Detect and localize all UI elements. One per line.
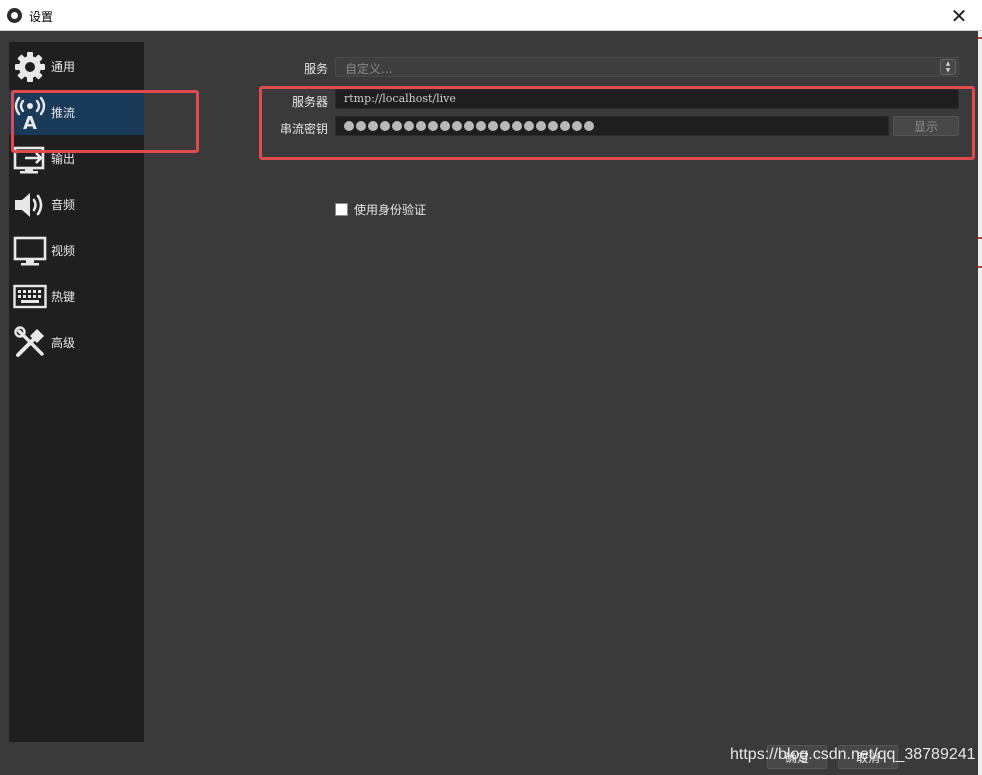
masked-char-dot: [440, 121, 450, 131]
watermark-text: https://blog.csdn.net/qq_38789241: [730, 746, 976, 763]
masked-key-dots: [344, 119, 880, 133]
masked-char-dot: [572, 121, 582, 131]
masked-char-dot: [584, 121, 594, 131]
use-auth-checkbox[interactable]: [335, 203, 348, 216]
masked-char-dot: [524, 121, 534, 131]
speaker-icon: [12, 187, 48, 223]
window-title: 设置: [29, 10, 54, 24]
sidebar-item-label: 热键: [51, 290, 76, 304]
sidebar-item-label: 高级: [51, 336, 76, 350]
chevron-updown-icon: ▲ ▼: [940, 59, 956, 75]
masked-char-dot: [512, 121, 522, 131]
masked-char-dot: [548, 121, 558, 131]
edge-mark: [978, 37, 982, 39]
use-auth-label: 使用身份验证: [354, 203, 427, 217]
masked-char-dot: [500, 121, 510, 131]
close-button[interactable]: ✕: [936, 0, 982, 31]
background-window-edge: [978, 31, 982, 775]
server-input[interactable]: rtmp://localhost/live: [335, 89, 959, 109]
sidebar-item-label: 通用: [51, 60, 76, 74]
masked-char-dot: [344, 121, 354, 131]
use-auth-checkbox-row[interactable]: 使用身份验证: [335, 201, 426, 218]
masked-char-dot: [356, 121, 366, 131]
tools-icon: [12, 325, 48, 361]
service-select-value: 自定义...: [345, 62, 393, 76]
masked-char-dot: [380, 121, 390, 131]
sidebar-item-label: 音频: [51, 198, 76, 212]
gear-icon: [12, 49, 48, 85]
sidebar-item-audio[interactable]: 音频: [9, 182, 144, 227]
service-select[interactable]: 自定义... ▲ ▼: [335, 57, 959, 77]
masked-char-dot: [488, 121, 498, 131]
obs-logo-icon: [7, 8, 22, 23]
masked-char-dot: [560, 121, 570, 131]
masked-char-dot: [452, 121, 462, 131]
stream-key-input[interactable]: [335, 116, 889, 136]
edge-mark: [978, 237, 982, 239]
sidebar-item-hotkeys[interactable]: 热键: [9, 274, 144, 319]
service-label: 服务: [303, 62, 328, 76]
masked-char-dot: [404, 121, 414, 131]
show-key-button[interactable]: 显示: [893, 116, 959, 136]
masked-char-dot: [476, 121, 486, 131]
masked-char-dot: [368, 121, 378, 131]
title-bar: 设置 ✕: [0, 0, 982, 31]
keyboard-icon: [12, 279, 48, 315]
server-label: 服务器: [291, 95, 328, 109]
sidebar-item-video[interactable]: 视频: [9, 228, 144, 273]
masked-char-dot: [536, 121, 546, 131]
monitor-icon: [12, 233, 48, 269]
masked-char-dot: [464, 121, 474, 131]
masked-char-dot: [392, 121, 402, 131]
sidebar-item-advanced[interactable]: 高级: [9, 320, 144, 365]
stream-key-label: 串流密钥: [279, 122, 328, 136]
sidebar-item-general[interactable]: 通用: [9, 44, 144, 89]
sidebar-item-label: 视频: [51, 244, 76, 258]
edge-mark: [978, 266, 982, 268]
masked-char-dot: [416, 121, 426, 131]
masked-char-dot: [428, 121, 438, 131]
sidebar-highlight-box: [11, 90, 199, 153]
